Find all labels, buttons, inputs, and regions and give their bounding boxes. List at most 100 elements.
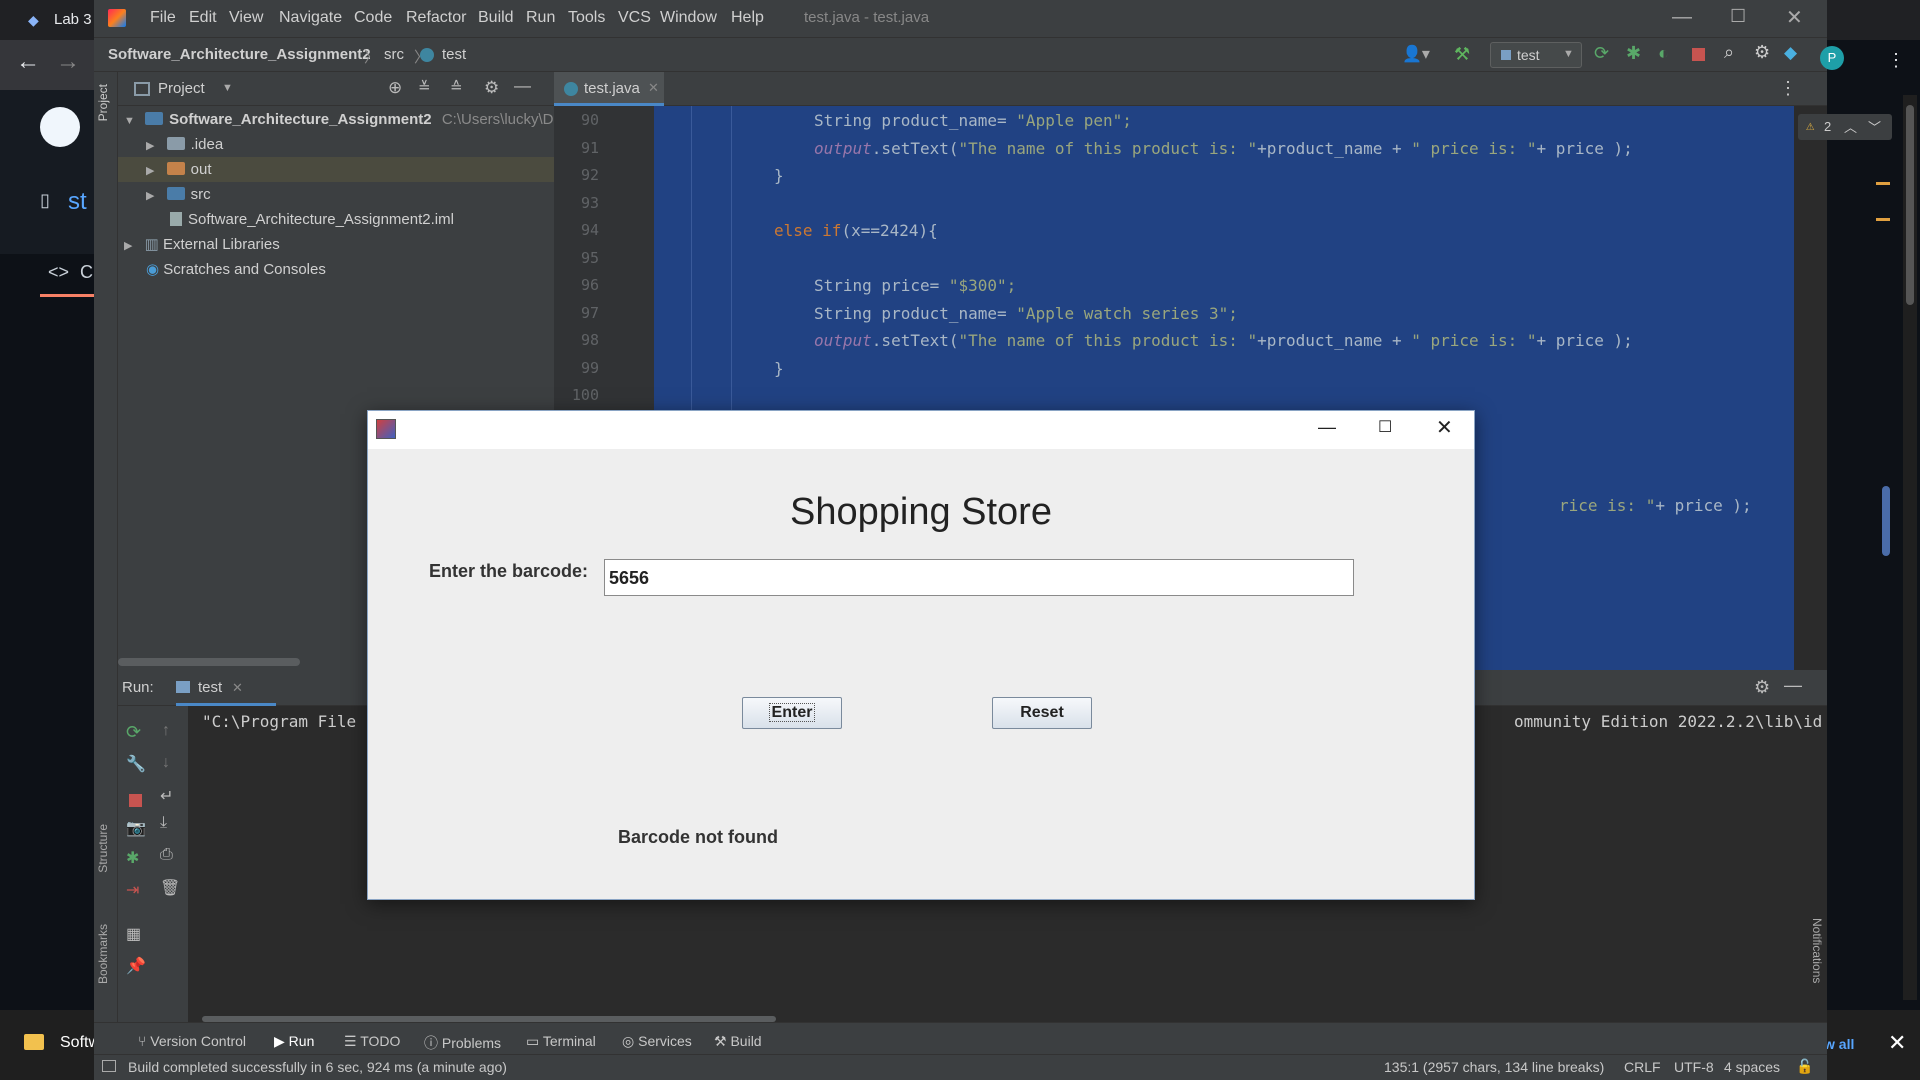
search-icon[interactable]: ⌕: [1724, 42, 1734, 63]
menu-window[interactable]: Window: [660, 9, 717, 27]
editor-scroll-thumb[interactable]: [1882, 486, 1890, 556]
inspection-widget[interactable]: ⚠ 2 ︿ ﹀: [1798, 114, 1892, 140]
tab-build[interactable]: ⚒ Build: [714, 1033, 762, 1050]
menu-view[interactable]: View: [229, 9, 263, 27]
close-icon[interactable]: ✕: [1436, 415, 1453, 440]
rerun-icon[interactable]: ⟳: [1594, 43, 1609, 64]
layout-icon[interactable]: ▦: [126, 924, 141, 944]
menu-vcs[interactable]: VCS: [618, 9, 651, 27]
minimize-icon[interactable]: —: [1318, 417, 1336, 438]
file-encoding[interactable]: UTF-8: [1674, 1059, 1714, 1075]
project-tool-button[interactable]: Project: [96, 84, 116, 121]
browser-scroll-thumb[interactable]: [1906, 105, 1914, 305]
repo-name-link[interactable]: st: [68, 188, 87, 216]
gear-icon[interactable]: ⚙: [1754, 42, 1770, 63]
tab-version-control[interactable]: ⑂ Version Control: [138, 1033, 246, 1049]
breadcrumb-folder[interactable]: src: [384, 46, 404, 63]
breadcrumb-project[interactable]: Software_Architecture_Assignment2: [108, 46, 371, 63]
camera-icon[interactable]: 📷: [126, 818, 146, 838]
chevron-right-icon[interactable]: ▶: [146, 165, 154, 177]
maximize-icon[interactable]: ☐: [1730, 6, 1746, 27]
enter-button[interactable]: Enter: [742, 697, 842, 729]
user-account-icon[interactable]: 👤▾: [1402, 44, 1430, 64]
menu-tools[interactable]: Tools: [568, 9, 605, 27]
close-tab-icon[interactable]: ✕: [232, 680, 243, 696]
arrow-down-icon[interactable]: ↓: [162, 754, 170, 772]
exit-icon[interactable]: ⇥: [126, 880, 139, 900]
horizontal-scrollbar[interactable]: [118, 658, 300, 666]
menu-code[interactable]: Code: [354, 9, 392, 27]
stop-icon[interactable]: [1692, 48, 1705, 61]
rerun-icon[interactable]: ⟳: [126, 722, 141, 743]
chevron-right-icon[interactable]: ▶: [124, 240, 132, 252]
hide-panel-icon[interactable]: —: [514, 76, 531, 96]
kebab-menu-icon[interactable]: ⋮: [1887, 50, 1905, 71]
notifications-tool-button[interactable]: Notifications: [1804, 918, 1824, 983]
trash-icon[interactable]: 🗑: [160, 878, 180, 898]
minimize-icon[interactable]: —: [1672, 6, 1692, 29]
browser-scrollbar[interactable]: [1903, 95, 1917, 1000]
forward-arrow-icon[interactable]: →: [56, 48, 80, 76]
avatar[interactable]: P: [1820, 46, 1844, 70]
gear-icon[interactable]: ⚙: [484, 78, 499, 98]
file-explorer-icon[interactable]: [24, 1034, 44, 1050]
locate-icon[interactable]: ⊕: [388, 78, 402, 98]
menu-edit[interactable]: Edit: [189, 9, 217, 27]
plugin-icon[interactable]: ◆: [1784, 43, 1797, 63]
show-all-link[interactable]: w all: [1824, 1036, 1854, 1052]
gear-icon[interactable]: ⚙: [1754, 677, 1770, 698]
expand-all-icon[interactable]: ≚: [418, 78, 431, 96]
debug-bug-icon[interactable]: ✱: [126, 848, 139, 868]
tab-terminal[interactable]: ▭ Terminal: [526, 1033, 596, 1050]
breadcrumb-file[interactable]: test: [442, 46, 466, 63]
kebab-menu-icon[interactable]: ⋮: [1779, 78, 1797, 99]
pin-icon[interactable]: 📌: [126, 956, 146, 976]
maximize-icon[interactable]: ☐: [1378, 417, 1392, 437]
tab-services[interactable]: ◎ Services: [622, 1033, 692, 1050]
line-separator[interactable]: CRLF: [1624, 1059, 1661, 1075]
lock-icon[interactable]: 🔓: [1796, 1058, 1813, 1075]
status-message[interactable]: Build completed successfully in 6 sec, 9…: [128, 1059, 507, 1075]
menu-run[interactable]: Run: [526, 9, 555, 27]
dialog-titlebar[interactable]: — ☐ ✕: [368, 411, 1474, 449]
stop-icon[interactable]: [129, 794, 142, 807]
warning-marker[interactable]: [1876, 218, 1890, 221]
close-window-icon[interactable]: ✕: [1786, 5, 1803, 30]
arrow-up-icon[interactable]: ↑: [162, 722, 170, 740]
coverage-icon[interactable]: ◐: [1658, 43, 1669, 64]
chevron-right-icon[interactable]: ▶: [146, 140, 154, 152]
github-logo-icon[interactable]: [40, 107, 80, 147]
wrench-icon[interactable]: 🔧: [126, 754, 146, 774]
run-tab-test[interactable]: test ✕: [176, 670, 276, 706]
back-arrow-icon[interactable]: ←: [16, 48, 40, 76]
chevron-up-icon[interactable]: ︿: [1844, 117, 1857, 136]
indent-setting[interactable]: 4 spaces: [1724, 1059, 1780, 1075]
chevron-down-icon[interactable]: ▼: [222, 82, 233, 94]
bookmarks-tool-button[interactable]: Bookmarks: [96, 924, 116, 984]
debug-bug-icon[interactable]: ✱: [1626, 43, 1641, 64]
browser-tab-title[interactable]: Lab 3: [54, 11, 92, 28]
tab-problems[interactable]: ⓘ Problems: [424, 1033, 501, 1053]
tab-todo[interactable]: ☰ TODO: [344, 1033, 400, 1050]
menu-navigate[interactable]: Navigate: [279, 9, 342, 27]
scroll-to-end-icon[interactable]: ⤓: [160, 814, 167, 832]
menu-refactor[interactable]: Refactor: [406, 9, 466, 27]
menu-file[interactable]: File: [150, 9, 176, 27]
chevron-down-icon[interactable]: ﹀: [1868, 117, 1881, 136]
warning-marker[interactable]: [1876, 182, 1890, 185]
chevron-down-icon[interactable]: ▼: [124, 115, 135, 127]
hide-panel-icon[interactable]: —: [1784, 675, 1802, 696]
soft-wrap-icon[interactable]: ↵: [160, 786, 173, 806]
collapse-all-icon[interactable]: ≙: [450, 78, 463, 96]
print-icon[interactable]: ⎙: [160, 846, 173, 864]
project-view-select[interactable]: Project: [158, 80, 205, 97]
panel-toggle-icon[interactable]: [102, 1060, 116, 1072]
menu-help[interactable]: Help: [731, 9, 764, 27]
build-hammer-icon[interactable]: ⚒: [1454, 44, 1470, 65]
code-tab[interactable]: C: [80, 262, 93, 283]
tab-run[interactable]: ▶ Run: [274, 1033, 314, 1050]
close-icon[interactable]: ✕: [1888, 1030, 1906, 1056]
close-tab-icon[interactable]: ✕: [648, 80, 659, 96]
structure-tool-button[interactable]: Structure: [96, 824, 116, 873]
editor-tab-test-java[interactable]: test.java ✕: [554, 72, 664, 106]
